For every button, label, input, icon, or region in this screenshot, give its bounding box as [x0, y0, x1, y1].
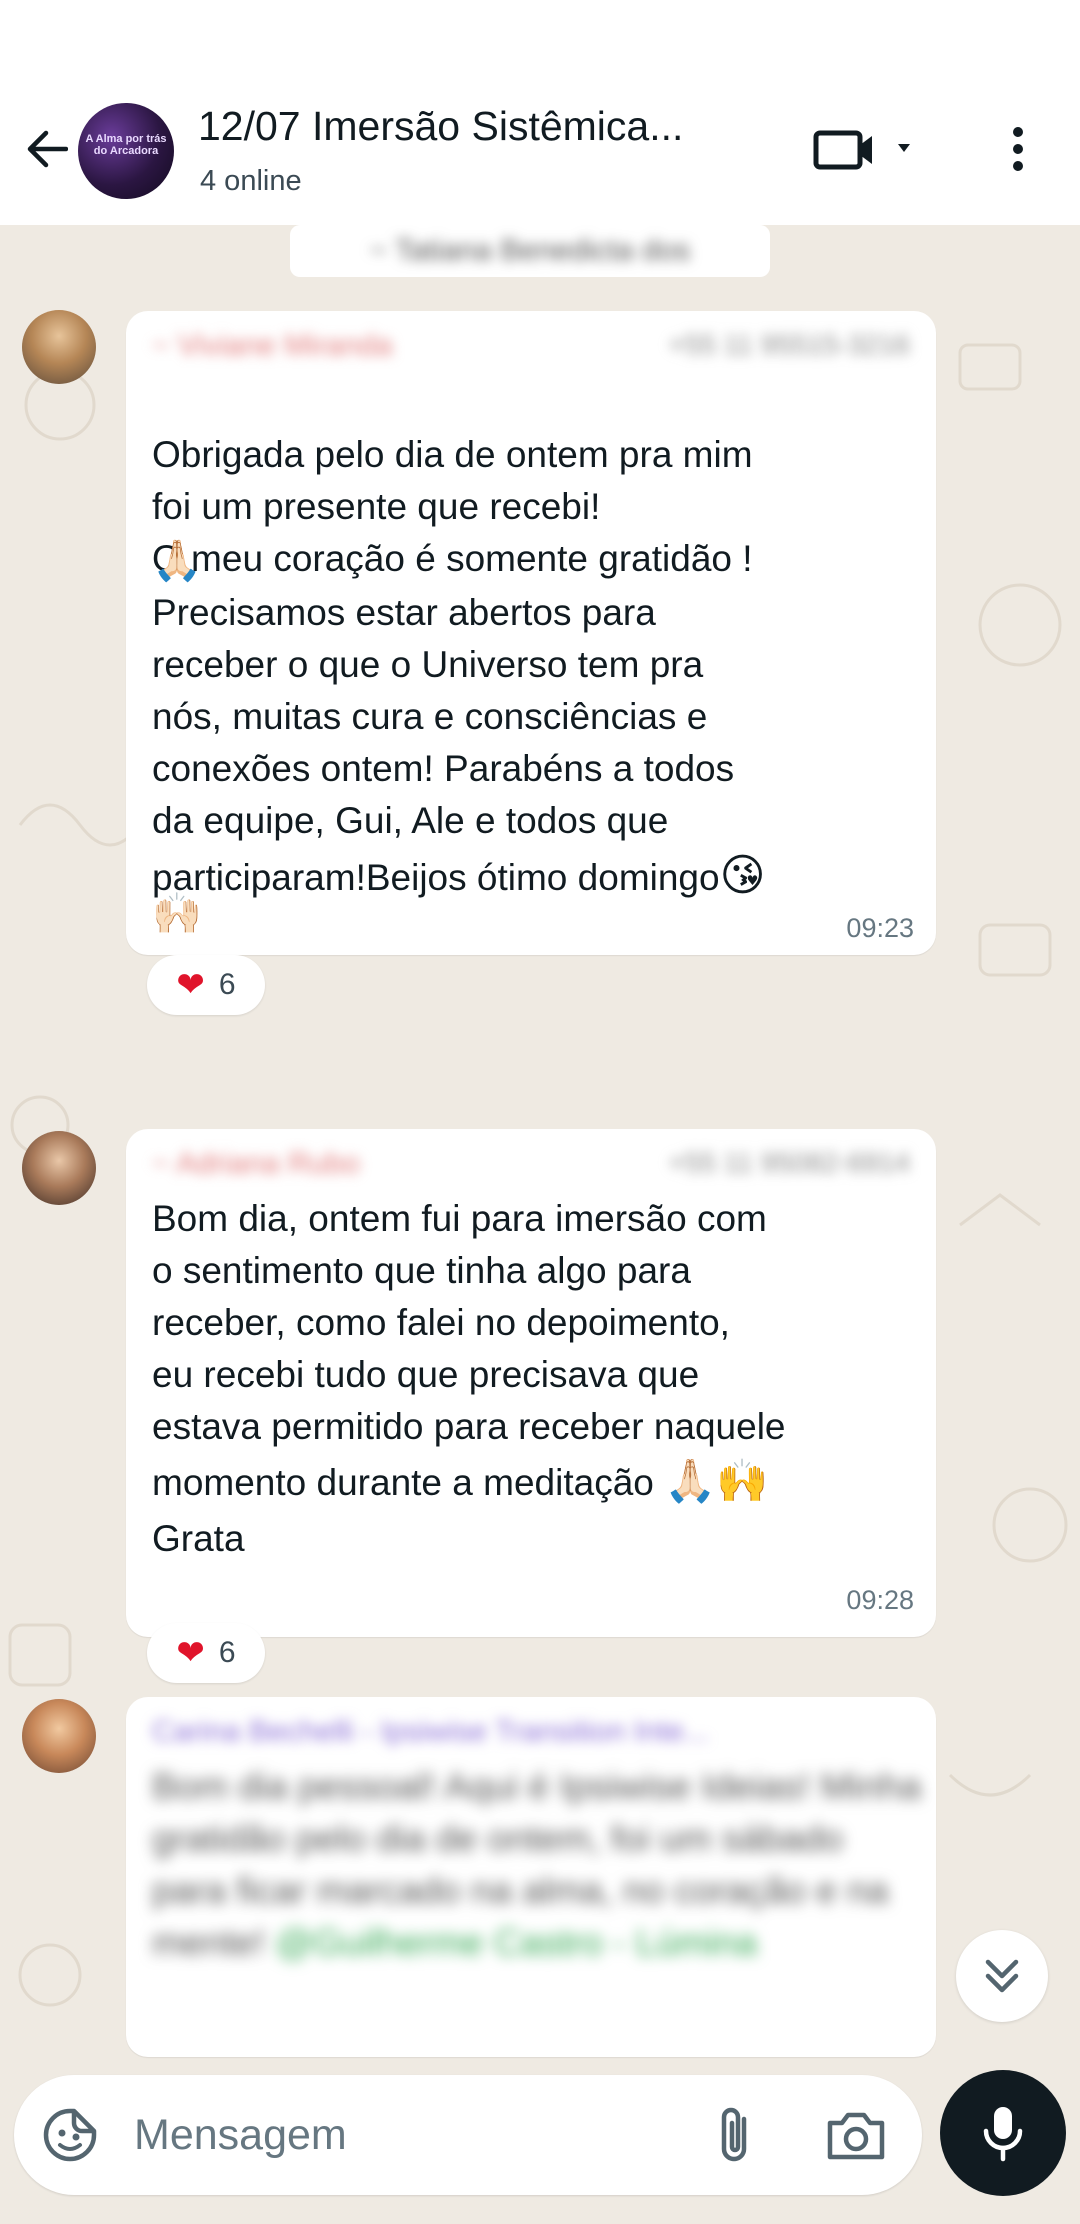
status-bar — [0, 0, 1080, 95]
video-camera-icon — [813, 130, 910, 170]
sender-avatar[interactable] — [22, 1699, 96, 1773]
back-arrow-icon[interactable] — [18, 121, 74, 177]
message-text: Obrigada pelo dia de ontem pra mim foi u… — [152, 377, 753, 585]
online-status: 4 online — [200, 165, 302, 197]
paperclip-icon[interactable] — [706, 2103, 766, 2167]
message-input[interactable] — [134, 2105, 674, 2165]
reaction-count: 6 — [218, 1636, 236, 1669]
message-text-part: momento durante a meditação — [152, 1462, 654, 1503]
kiss-emoji: 😘 — [719, 851, 766, 900]
message-bubble[interactable]: ~ Viviane Miranda +55 11 95515-3216 Obri… — [126, 311, 936, 955]
reaction-badge[interactable]: ❤ 6 — [147, 1623, 265, 1683]
sticker-icon[interactable] — [40, 2105, 100, 2165]
message-text: Bom dia pessoal! Aqui é Ipsiwise Ideias!… — [152, 1761, 922, 1969]
group-avatar[interactable]: A Alma por trás do Arcadora — [78, 103, 174, 199]
message-bubble[interactable]: ~ Adriana Rubo +55 11 95082-6914 Bom dia… — [126, 1129, 936, 1637]
reaction-count: 6 — [218, 968, 236, 1001]
heart-icon: ❤ — [176, 966, 205, 1004]
sender-name[interactable]: ~ Adriana Rubo — [152, 1147, 360, 1181]
message-time: 09:23 — [846, 913, 914, 943]
microphone-button[interactable] — [940, 2070, 1066, 2196]
message-time: 09:28 — [846, 1585, 914, 1615]
microphone-icon — [983, 2107, 1023, 2162]
message-text-line: momento durante a meditação 🙏🏻🙌 — [152, 1451, 769, 1513]
group-avatar-text: A Alma por trás do Arcadora — [85, 133, 167, 157]
chat-area[interactable]: ~ Tatiana Benedicta dos ~ Viviane Mirand… — [0, 225, 1080, 2224]
system-notice-text: ~ Tatiana Benedicta dos — [369, 234, 691, 267]
mention-link[interactable]: @Guilherme Castro - Lúmina — [275, 1922, 757, 1963]
sender-avatar[interactable] — [22, 310, 96, 384]
message-composer — [14, 2075, 922, 2195]
emoji: 🙌🏻 — [152, 892, 202, 936]
message-text: Precisamos estar abertos para receber o … — [152, 592, 735, 841]
message-text-line: participaram!Beijos ótimo domingo😘 — [152, 847, 765, 907]
system-notice: ~ Tatiana Benedicta dos — [290, 225, 770, 277]
scroll-to-bottom-button[interactable] — [956, 1930, 1048, 2022]
heart-icon: ❤ — [176, 1634, 205, 1672]
sender-avatar[interactable] — [22, 1131, 96, 1205]
sender-name[interactable]: Carina Bechelli - Ipsiwise Transition In… — [152, 1715, 709, 1749]
sender-phone: +55 11 95515-3216 — [668, 329, 910, 360]
message-text-part: Obrigada pelo dia de ontem pra mim foi u… — [152, 434, 753, 579]
sender-phone: +55 11 95082-6914 — [668, 1147, 910, 1178]
reaction-badge[interactable]: ❤ 6 — [147, 955, 265, 1015]
message-text-part: participaram!Beijos ótimo domingo — [152, 857, 720, 898]
camera-icon[interactable] — [824, 2105, 888, 2165]
emoji: 🙏🏻 — [152, 539, 202, 583]
message-text: Bom dia, ontem fui para imersão com o se… — [152, 1198, 786, 1447]
video-call-button[interactable] — [810, 121, 918, 177]
emoji: 🙏🏻🙌 — [664, 1457, 769, 1504]
chat-header: A Alma por trás do Arcadora 12/07 Imersã… — [0, 95, 1080, 225]
group-title[interactable]: 12/07 Imersão Sistêmica... — [198, 103, 683, 150]
more-options-icon[interactable] — [990, 121, 1046, 177]
message-bubble[interactable]: Carina Bechelli - Ipsiwise Transition In… — [126, 1697, 936, 2057]
double-chevron-down-icon — [985, 1959, 1019, 1993]
message-text: Grata — [152, 1518, 245, 1559]
sender-name[interactable]: ~ Viviane Miranda — [152, 329, 392, 363]
